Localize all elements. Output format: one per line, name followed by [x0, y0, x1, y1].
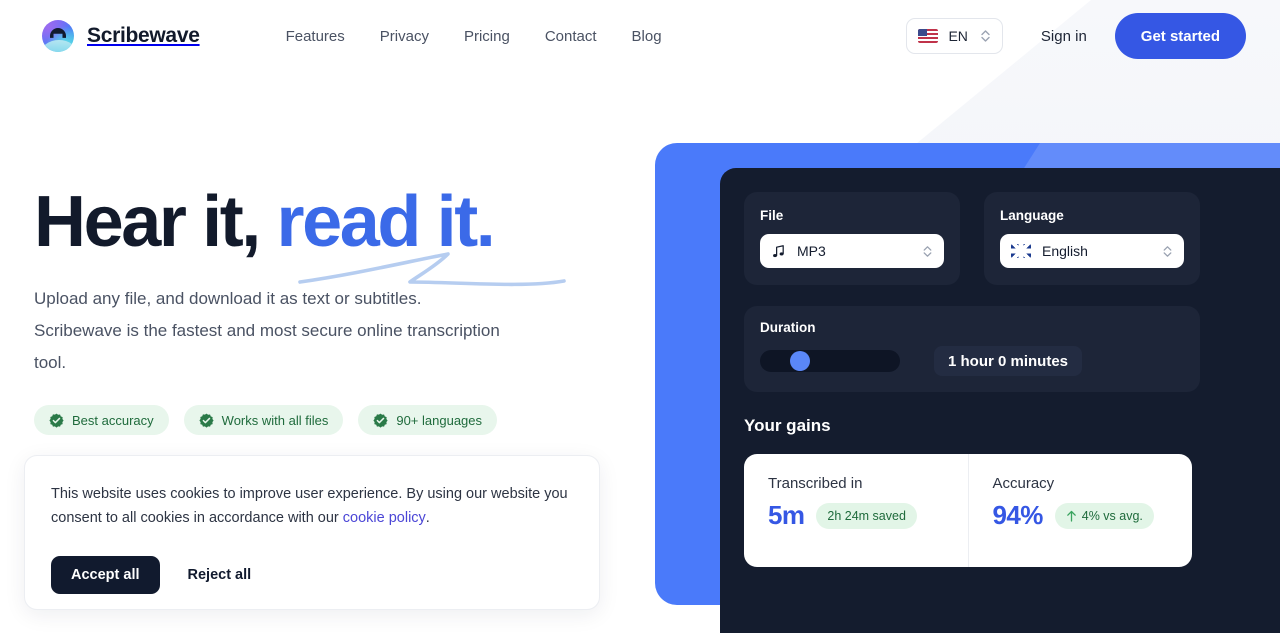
feature-badges: Best accuracy Works with all files 90+ l…	[34, 405, 634, 435]
file-type-value: MP3	[797, 243, 826, 259]
language-field-card: Language English	[984, 192, 1200, 285]
chevron-up-down-icon	[1163, 245, 1172, 257]
gain-label: Transcribed in	[768, 475, 863, 492]
gain-row: 94% 4% vs avg.	[993, 500, 1169, 531]
cookie-actions: Accept all Reject all	[51, 556, 573, 594]
hero-title-accent: read it.	[276, 182, 496, 262]
scribewave-logo-icon	[42, 20, 74, 52]
hero-section: Hear it, read it. Upload any file, and d…	[34, 186, 634, 435]
badge-works-with-all-files: Works with all files	[183, 405, 344, 435]
cookie-text-before: This website uses cookies to improve use…	[51, 486, 568, 526]
brand-name: Scribewave	[87, 24, 200, 47]
your-gains-title: Your gains	[744, 416, 831, 435]
nav-item-features[interactable]: Features	[286, 28, 345, 45]
reject-all-button[interactable]: Reject all	[174, 556, 266, 594]
cookie-text-after: .	[425, 510, 430, 526]
gain-label: Accuracy	[992, 475, 1055, 492]
badge-label: 90+ languages	[396, 412, 483, 428]
sign-in-link[interactable]: Sign in	[1041, 28, 1087, 45]
gain-value: 5m	[768, 500, 805, 530]
gain-pill: 4% vs avg.	[1054, 502, 1154, 529]
file-field-label: File	[760, 208, 784, 223]
duration-row: 1 hour 0 minutes	[760, 346, 1184, 376]
duration-card: Duration 1 hour 0 minutes	[744, 306, 1200, 392]
duration-slider[interactable]	[760, 350, 900, 372]
check-badge-icon	[49, 413, 64, 428]
accept-all-button[interactable]: Accept all	[51, 556, 160, 594]
arrow-up-icon	[1066, 510, 1076, 522]
landing-page: Scribewave Features Privacy Pricing Cont…	[0, 0, 1280, 633]
language-field-label: Language	[1000, 208, 1064, 223]
language-code: EN	[948, 28, 968, 44]
gain-pill: 2h 24m saved	[816, 502, 917, 529]
nav-item-blog[interactable]: Blog	[632, 28, 662, 45]
duration-slider-thumb[interactable]	[790, 351, 810, 371]
gains-card: Transcribed in 5m 2h 24m saved Accuracy …	[744, 454, 1192, 567]
widget-top-row: File MP3 Language English	[744, 192, 1280, 285]
cookie-text: This website uses cookies to improve use…	[51, 482, 573, 530]
badge-label: Works with all files	[221, 412, 329, 428]
gain-pill-label: 4% vs avg.	[1081, 508, 1143, 523]
get-started-button[interactable]: Get started	[1114, 13, 1246, 59]
gain-accuracy: Accuracy 94% 4% vs avg.	[967, 454, 1193, 567]
duration-value: 1 hour 0 minutes	[934, 346, 1083, 376]
chevron-up-down-icon	[981, 30, 990, 42]
page-title: Hear it, read it.	[34, 186, 634, 287]
nav-item-contact[interactable]: Contact	[545, 28, 597, 45]
check-badge-icon	[199, 413, 214, 428]
badge-label: Best accuracy	[72, 412, 154, 428]
language-selector[interactable]: EN	[906, 18, 1003, 54]
file-field-card: File MP3	[744, 192, 960, 285]
gain-value: 94%	[992, 500, 1044, 530]
cookie-policy-link[interactable]: cookie policy	[343, 510, 426, 526]
site-header: Scribewave Features Privacy Pricing Cont…	[0, 0, 1280, 72]
nav-item-privacy[interactable]: Privacy	[380, 28, 429, 45]
badge-90-plus-languages: 90+ languages	[358, 405, 498, 435]
brand-logo-link[interactable]: Scribewave	[42, 20, 200, 52]
check-badge-icon	[373, 413, 388, 428]
hero-title-dark: Hear it,	[34, 182, 261, 262]
nav-item-pricing[interactable]: Pricing	[464, 28, 510, 45]
header-actions: EN Sign in Get started	[906, 13, 1280, 59]
transcription-widget-panel: File MP3 Language English Duration 1 hou…	[720, 168, 1280, 633]
gain-pill-label: 2h 24m saved	[827, 508, 906, 523]
language-value: English	[1042, 243, 1088, 259]
file-type-select[interactable]: MP3	[760, 234, 944, 268]
duration-label: Duration	[760, 320, 816, 335]
gain-transcribed-in: Transcribed in 5m 2h 24m saved	[744, 454, 968, 567]
language-select[interactable]: English	[1000, 234, 1184, 268]
main-nav: Features Privacy Pricing Contact Blog	[286, 28, 662, 45]
gain-row: 5m 2h 24m saved	[768, 500, 944, 531]
us-flag-icon	[918, 29, 939, 43]
badge-best-accuracy: Best accuracy	[34, 405, 169, 435]
gb-flag-icon	[1011, 244, 1031, 258]
chevron-up-down-icon	[923, 245, 932, 257]
cookie-consent-banner: This website uses cookies to improve use…	[24, 455, 600, 610]
music-note-icon	[773, 244, 784, 257]
hero-subtitle: Upload any file, and download it as text…	[34, 289, 500, 372]
